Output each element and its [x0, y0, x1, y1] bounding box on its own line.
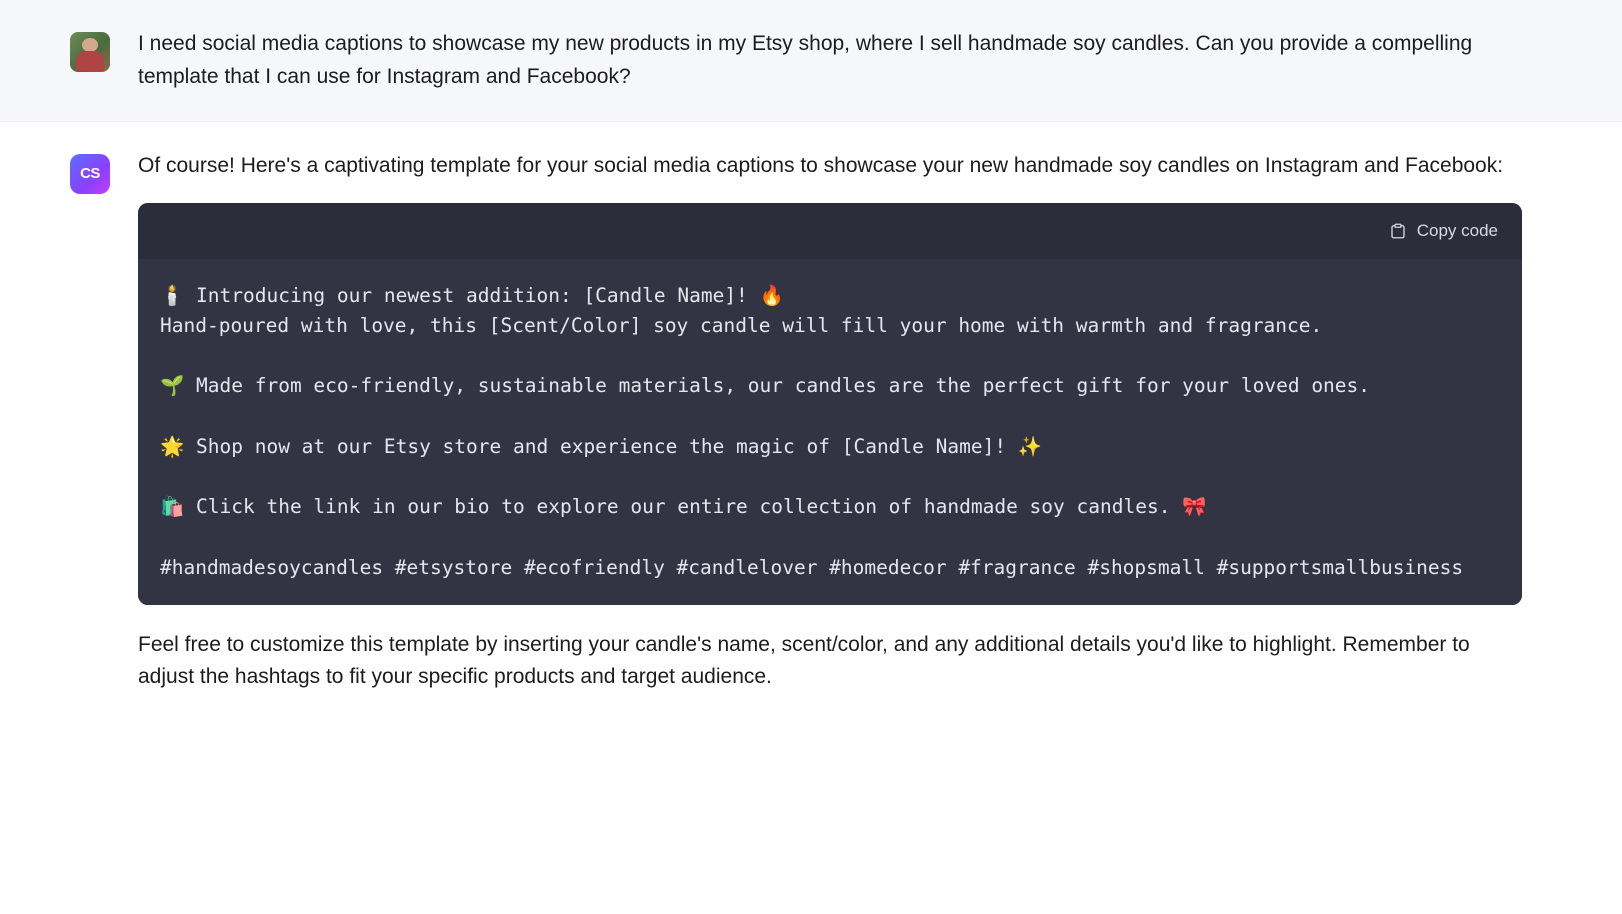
- user-message-row: I need social media captions to showcase…: [0, 0, 1622, 122]
- assistant-message-content: Of course! Here's a captivating template…: [138, 150, 1522, 694]
- copy-code-button[interactable]: Copy code: [1387, 217, 1500, 245]
- user-avatar: [70, 32, 110, 72]
- user-message-text: I need social media captions to showcase…: [138, 28, 1522, 93]
- assistant-avatar-label: CS: [80, 162, 100, 185]
- assistant-intro-text: Of course! Here's a captivating template…: [138, 150, 1522, 183]
- assistant-outro-text: Feel free to customize this template by …: [138, 629, 1522, 694]
- code-block-header: Copy code: [138, 203, 1522, 259]
- assistant-avatar: CS: [70, 154, 110, 194]
- clipboard-icon: [1389, 222, 1407, 240]
- code-content: 🕯️ Introducing our newest addition: [Can…: [138, 259, 1522, 605]
- copy-code-label: Copy code: [1417, 221, 1498, 241]
- code-block: Copy code 🕯️ Introducing our newest addi…: [138, 203, 1522, 605]
- code-scroll-area[interactable]: 🕯️ Introducing our newest addition: [Can…: [138, 259, 1522, 605]
- user-message-content: I need social media captions to showcase…: [138, 28, 1522, 93]
- assistant-message-row: CS Of course! Here's a captivating templ…: [0, 122, 1622, 722]
